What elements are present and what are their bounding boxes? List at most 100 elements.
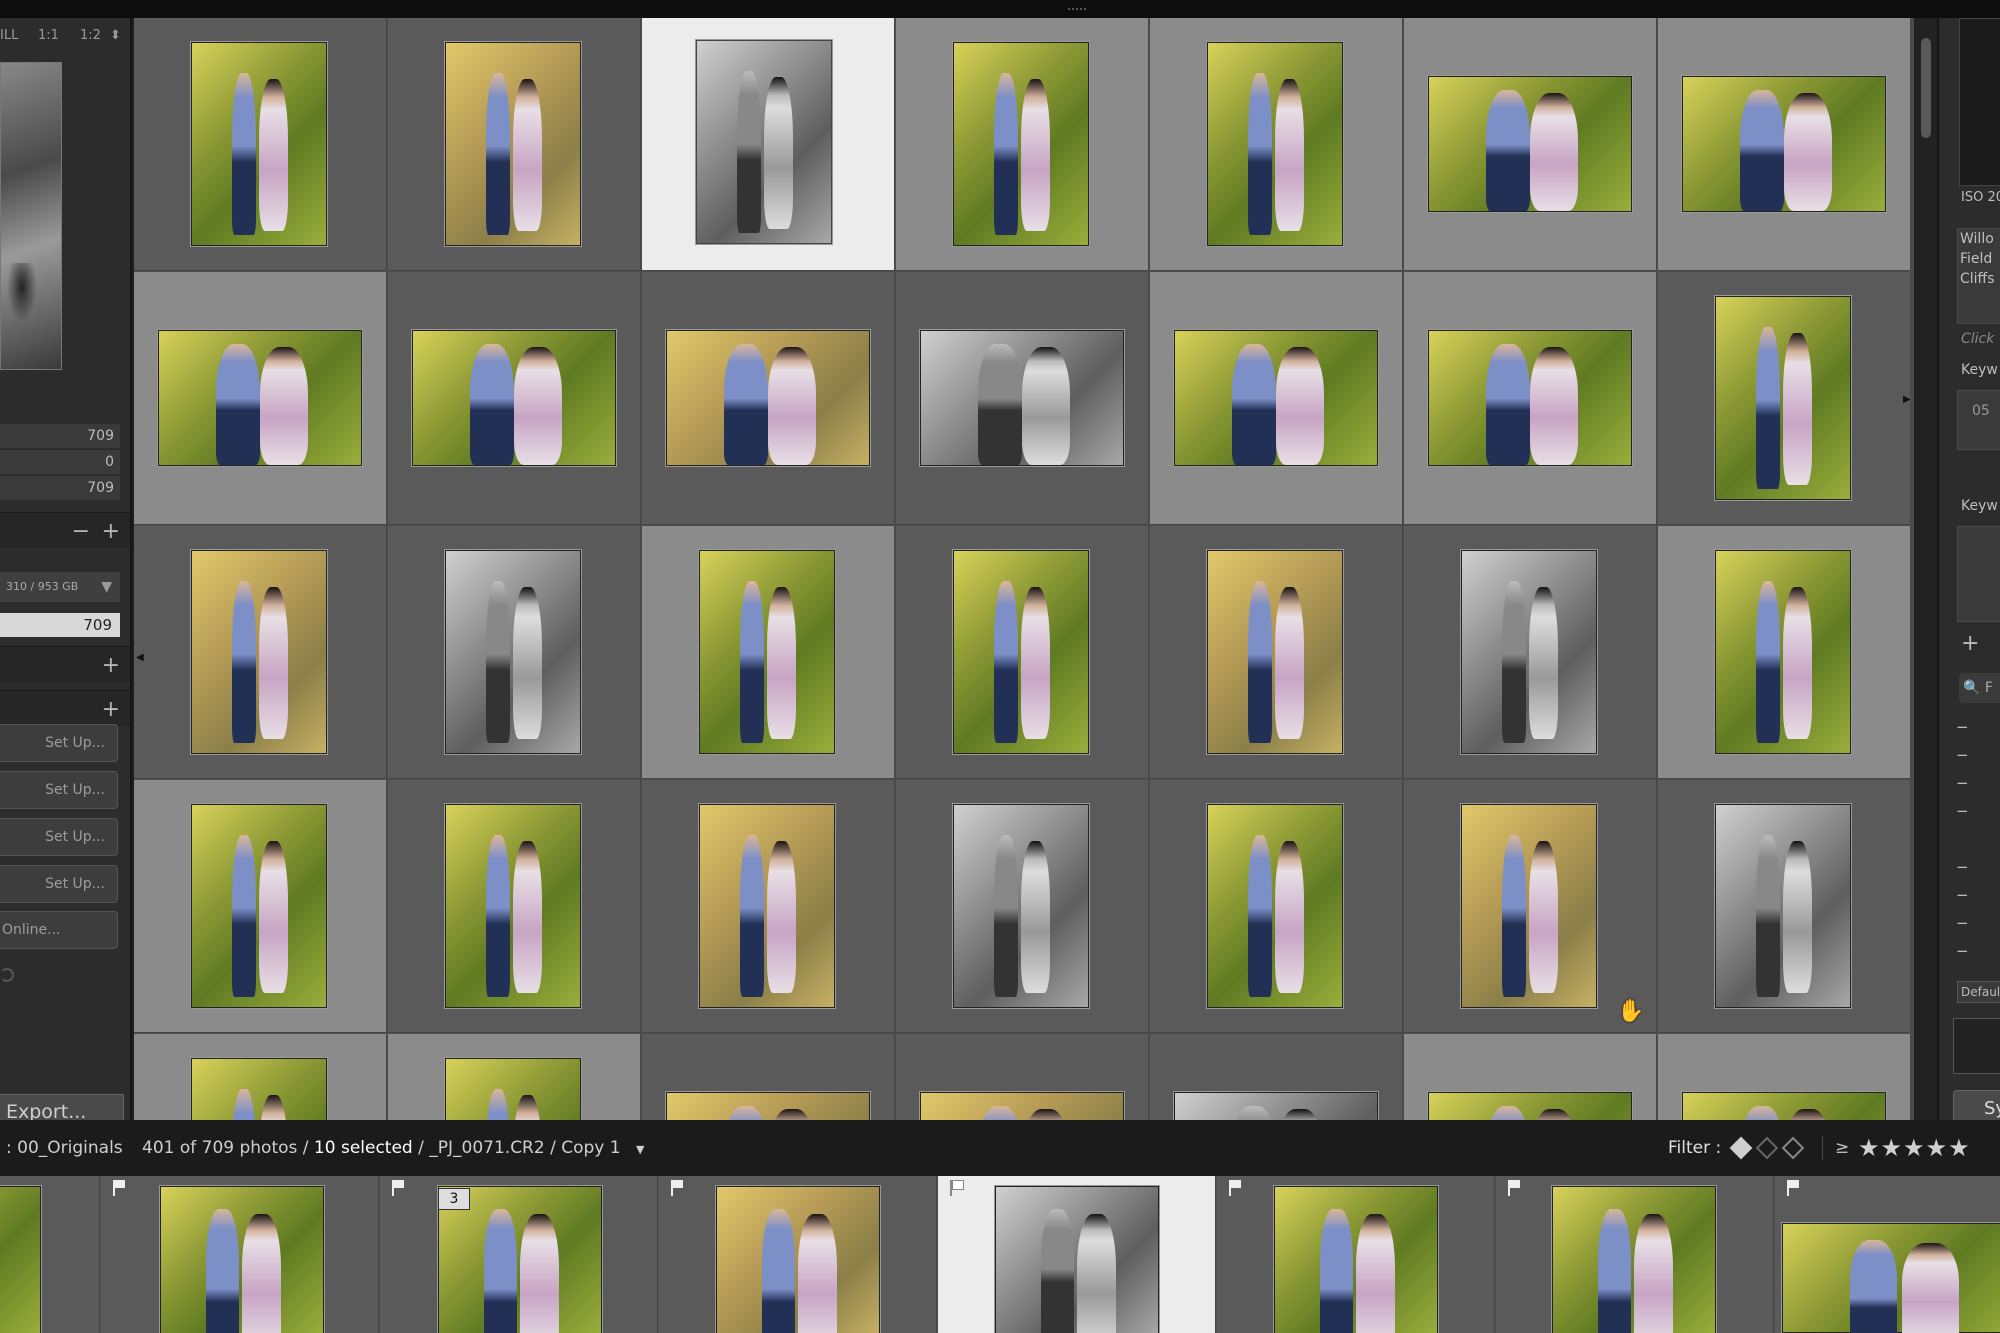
metadata-box[interactable] [1953,1018,2000,1074]
rating-stars-filter[interactable]: ★★★★★ [1858,1134,1971,1162]
keyword-row[interactable]: − [1956,718,1969,736]
keyword-row[interactable]: − [1956,774,1969,792]
find-more-services-online-button[interactable]: Online... [0,911,118,949]
top-panel-handle[interactable] [0,0,2000,18]
grid-cell[interactable] [134,272,387,525]
left-panel-toggle-icon[interactable]: ◀ [136,652,144,663]
photo-thumbnail[interactable] [445,804,581,1008]
folder-count[interactable]: 709 [0,613,120,637]
grid-scrollbar[interactable] [1916,18,1936,1120]
photo-thumbnail[interactable] [920,330,1124,466]
grid-cell[interactable] [1150,526,1403,779]
grid-cell[interactable] [388,526,641,779]
zoom-1-1[interactable]: 1:1 [38,28,59,43]
zoom-fill[interactable]: ILL [0,28,18,43]
photo-thumbnail[interactable] [1682,76,1886,212]
flag-icon[interactable] [950,1180,964,1196]
keyword-filter-input[interactable]: 🔍 F [1959,673,2000,703]
photo-thumbnail[interactable] [953,550,1089,754]
photo-thumbnail[interactable] [953,804,1089,1008]
setup-button-1[interactable]: Set Up... [0,724,118,762]
photo-thumbnail[interactable] [666,1092,870,1120]
filmstrip-cell[interactable] [380,1176,658,1333]
flag-picked-filter-icon[interactable] [1729,1136,1753,1160]
flag-rejected-filter-icon[interactable] [1781,1136,1805,1160]
caption-field[interactable]: Willo Field Cliffs [1957,228,2000,324]
grid-cell[interactable] [388,780,641,1033]
flag-icon[interactable] [1229,1180,1243,1196]
photo-thumbnail[interactable] [1715,296,1851,500]
photo-thumbnail[interactable] [1207,804,1343,1008]
default-preset-dropdown[interactable]: Defaul [1957,981,2000,1003]
stack-count-badge[interactable]: 3 [438,1188,470,1210]
grid-cell[interactable] [1658,1034,1911,1120]
photo-thumbnail[interactable] [1428,76,1632,212]
source-folder[interactable]: : 00_Originals [6,1138,123,1158]
grid-cell[interactable] [1658,780,1911,1033]
grid-cell[interactable] [1404,272,1657,525]
grid-cell[interactable] [388,1034,641,1120]
keyword-row[interactable]: − [1956,858,1969,876]
library-grid[interactable] [134,18,1914,1120]
zoom-1-2[interactable]: 1:2 [80,28,101,43]
grid-cell[interactable] [1404,18,1657,271]
photo-thumbnail[interactable] [1461,804,1597,1008]
photo-thumbnail[interactable] [666,330,870,466]
keyword-row[interactable]: − [1956,802,1969,820]
add-folder-button[interactable]: + [102,519,120,544]
photo-thumbnail[interactable] [1461,550,1597,754]
grid-cell[interactable] [1658,526,1911,779]
keyword-row[interactable]: − [1956,942,1969,960]
filmstrip-thumbnail[interactable] [995,1186,1159,1333]
photo-thumbnail[interactable] [1207,550,1343,754]
grid-cell[interactable] [134,1034,387,1120]
keyword-suggestions-box[interactable] [1957,526,2000,622]
filmstrip[interactable]: 3 [0,1176,2000,1333]
add-collection-button[interactable]: + [102,653,120,678]
catalog-previous-import-count[interactable]: 709 [0,476,120,500]
grid-cell[interactable] [134,526,387,779]
add-keyword-button[interactable]: + [1961,631,1979,656]
filmstrip-thumbnail[interactable] [1552,1186,1716,1333]
photo-thumbnail[interactable] [920,1092,1124,1120]
grid-cell[interactable] [388,18,641,271]
volume-bar[interactable]: 310 / 953 GB ▼ [0,572,120,602]
grid-cell[interactable] [896,18,1149,271]
photo-thumbnail[interactable] [699,550,835,754]
grid-cell[interactable] [134,780,387,1033]
keyword-row[interactable]: − [1956,746,1969,764]
click-to-add-placeholder[interactable]: Click [1961,331,1994,347]
photo-thumbnail[interactable] [1428,1092,1632,1120]
grid-cell[interactable] [1150,780,1403,1033]
filmstrip-cell[interactable] [1217,1176,1495,1333]
filmstrip-cell[interactable] [1775,1176,2000,1333]
grid-cell[interactable] [1404,1034,1657,1120]
grid-cell[interactable] [1150,272,1403,525]
photo-thumbnail[interactable] [158,330,362,466]
flag-unflagged-filter-icon[interactable] [1755,1136,1779,1160]
histogram[interactable] [1959,18,2000,186]
scrollbar-thumb[interactable] [1921,38,1931,138]
filmstrip-cell-selected[interactable] [938,1176,1216,1333]
setup-button-2[interactable]: Set Up... [0,771,118,809]
file-dropdown-icon[interactable]: ▼ [636,1143,644,1156]
photo-thumbnail[interactable] [1715,804,1851,1008]
photo-thumbnail[interactable] [699,804,835,1008]
navigator-preview[interactable] [0,62,62,370]
grid-cell[interactable] [1150,1034,1403,1120]
photo-thumbnail[interactable] [191,804,327,1008]
photo-thumbnail[interactable] [191,550,327,754]
keyword-row[interactable]: − [1956,886,1969,904]
grid-cell[interactable] [1150,18,1403,271]
photo-thumbnail[interactable] [445,42,581,246]
photo-thumbnail[interactable] [1174,330,1378,466]
photo-thumbnail[interactable] [445,550,581,754]
filmstrip-cell[interactable] [101,1176,379,1333]
grid-cell[interactable] [134,18,387,271]
volume-expand-icon[interactable]: ▼ [101,572,112,602]
filmstrip-thumbnail[interactable] [716,1186,880,1333]
filmstrip-cell[interactable] [1496,1176,1774,1333]
flag-icon[interactable] [1508,1180,1522,1196]
filmstrip-thumbnail[interactable] [1782,1223,2000,1333]
photo-count-info[interactable]: 401 of 709 photos / 10 selected / _PJ_00… [142,1138,644,1158]
